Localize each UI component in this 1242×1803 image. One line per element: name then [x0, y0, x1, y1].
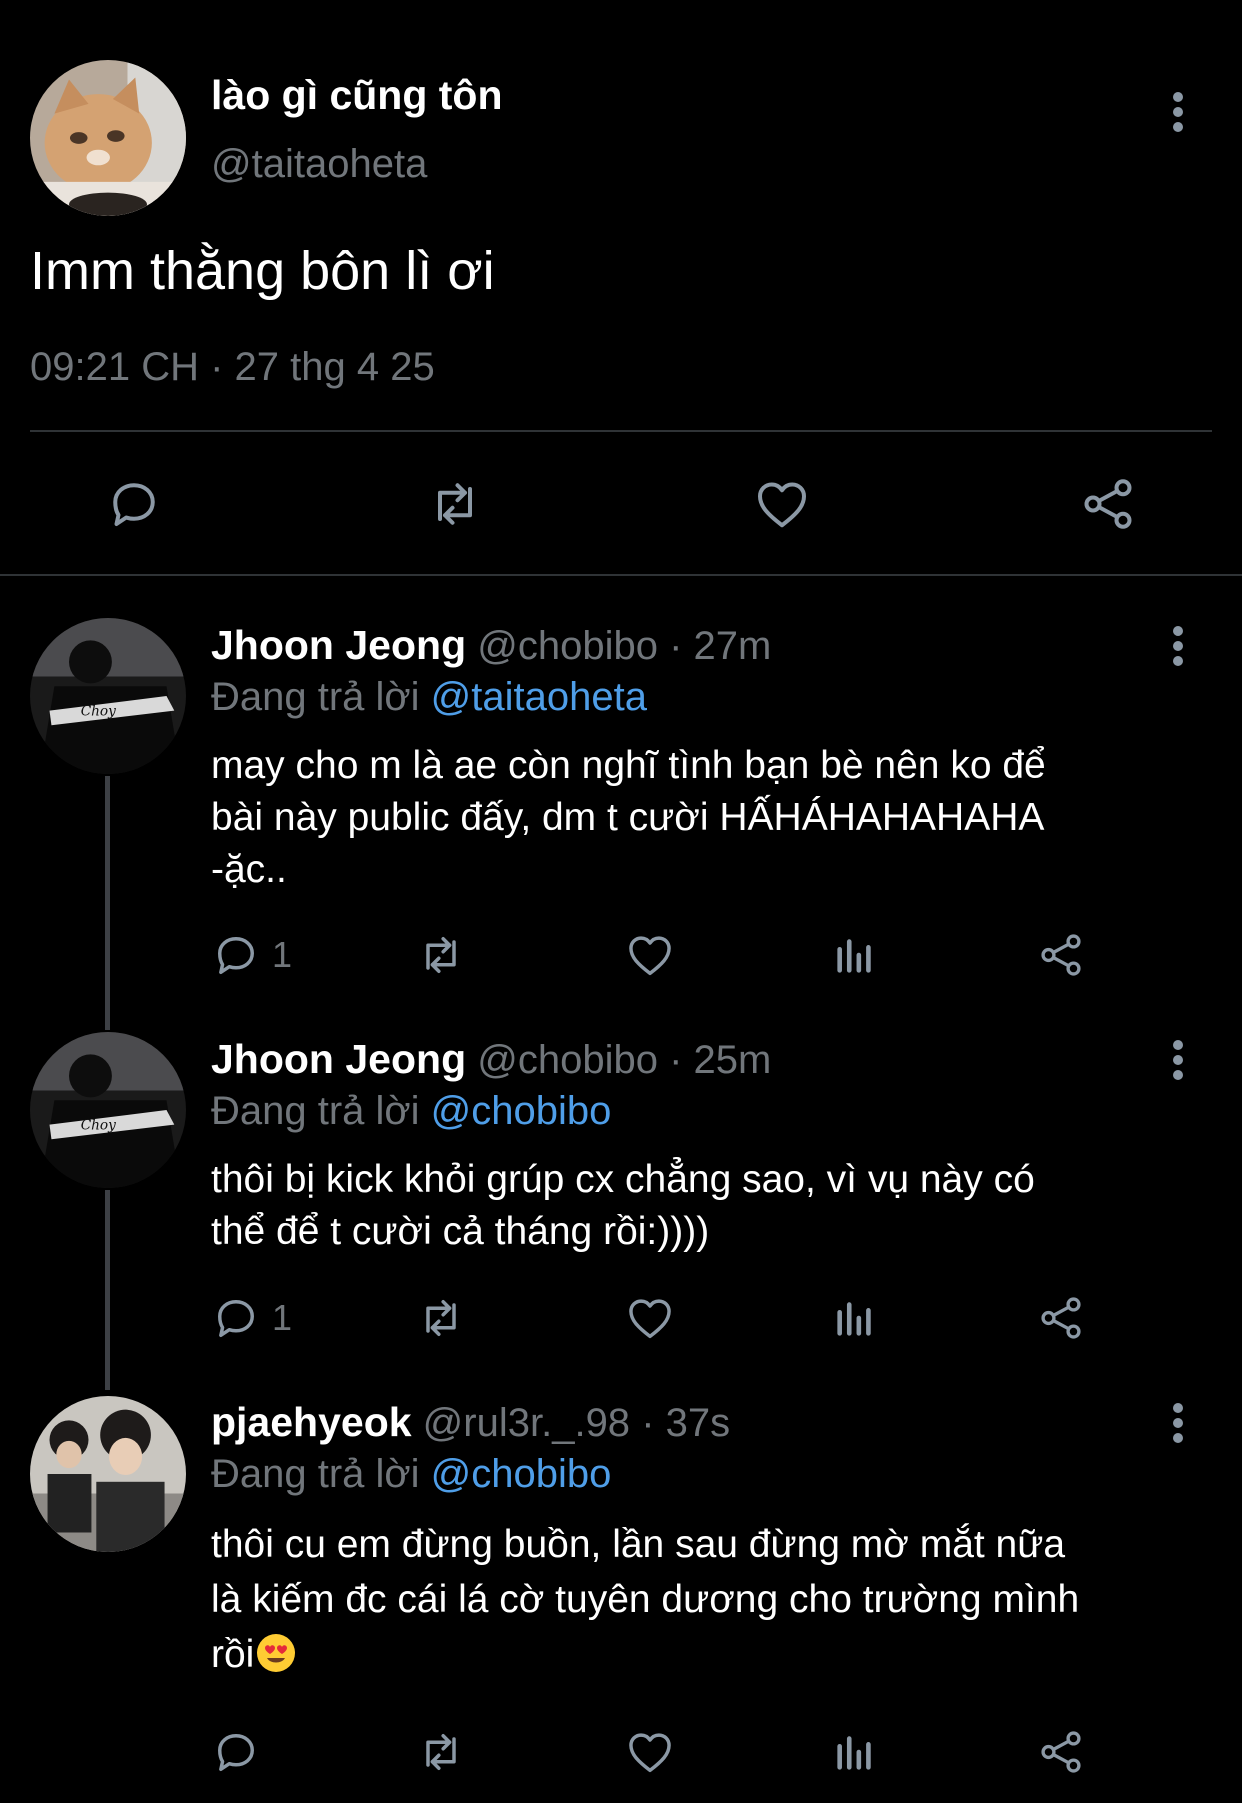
reply-text-line: thể để t cười cả tháng rồi:)))) [211, 1210, 710, 1253]
share-icon [1036, 1726, 1086, 1778]
reply-header: Jhoon Jeong @chobibo · 25m [211, 1036, 771, 1083]
heart-eyes-emoji [256, 1633, 296, 1673]
main-author-handle[interactable]: @taitaoheta [211, 142, 427, 187]
reply-author-avatar[interactable] [30, 618, 186, 774]
replying-to: Đang trả lời @taitaoheta [211, 675, 647, 720]
reply-text-line: thôi bị kick khỏi grúp cx chẳng sao, vì … [211, 1158, 1035, 1201]
like-icon [752, 474, 812, 534]
share-button[interactable] [1036, 929, 1086, 981]
reply-header: Jhoon Jeong @chobibo · 27m [211, 622, 771, 669]
reply-text-line: -ặc.. [211, 848, 287, 891]
replying-to-link[interactable]: @chobibo [431, 1452, 612, 1496]
views-icon [832, 929, 878, 981]
reply-text-line: rồi [211, 1627, 1201, 1682]
like-button[interactable] [624, 1726, 676, 1778]
like-icon [624, 1726, 676, 1778]
reply-author-avatar[interactable] [30, 1396, 186, 1552]
share-button[interactable] [1078, 474, 1138, 534]
thread-line [105, 1190, 110, 1390]
reply-button[interactable]: 1 [210, 929, 292, 981]
reply-text: may cho m là ae còn nghĩ tình bạn bè nên… [211, 740, 1201, 896]
reply-author-handle[interactable]: @chobibo [477, 1038, 658, 1082]
retweet-button[interactable] [414, 1726, 468, 1778]
share-button[interactable] [1036, 1726, 1086, 1778]
reply-text-fragment: rồi [211, 1633, 255, 1676]
reply-header: pjaehyeok @rul3r._.98 · 37s [211, 1399, 730, 1446]
section-divider [0, 574, 1242, 576]
retweet-icon [414, 929, 468, 981]
reply-text-line: bài này public đấy, dm t cười HẤHÁHAHAHA… [211, 796, 1045, 839]
share-button[interactable] [1036, 1292, 1086, 1344]
share-icon [1036, 929, 1086, 981]
views-icon [832, 1726, 878, 1778]
reply-time[interactable]: 27m [694, 624, 772, 668]
reply-author-name[interactable]: Jhoon Jeong [211, 1036, 466, 1082]
like-icon [624, 929, 676, 981]
reply-count: 1 [272, 934, 293, 975]
reply-author-handle[interactable]: @rul3r._.98 [423, 1401, 630, 1445]
reply-icon [210, 1726, 262, 1778]
thread-line [105, 776, 110, 1030]
reply-author-avatar[interactable] [30, 1032, 186, 1188]
reply-author-handle[interactable]: @chobibo [477, 624, 658, 668]
reply-time[interactable]: 25m [694, 1038, 772, 1082]
like-icon [624, 1292, 676, 1344]
retweet-icon [414, 1292, 468, 1344]
more-icon[interactable] [1158, 84, 1198, 140]
views-button[interactable] [832, 1726, 878, 1778]
reply-text-line: thôi cu em đừng buồn, lần sau đừng mờ mắ… [211, 1523, 1066, 1566]
replying-to: Đang trả lời @chobibo [211, 1089, 611, 1134]
reply-icon [210, 929, 262, 981]
retweet-icon [424, 474, 486, 534]
like-button[interactable] [624, 929, 676, 981]
dot-separator: · [669, 624, 683, 668]
main-tweet-text: Imm thằng bôn lì ơi [30, 241, 495, 301]
retweet-icon [414, 1726, 468, 1778]
views-button[interactable] [832, 1292, 878, 1344]
reply-author-name[interactable]: Jhoon Jeong [211, 622, 466, 668]
replying-prefix: Đang trả lời [211, 1089, 420, 1133]
replying-to: Đang trả lời @chobibo [211, 1452, 611, 1497]
reply-button[interactable] [104, 474, 164, 534]
reply-author-name[interactable]: pjaehyeok [211, 1399, 412, 1445]
reply-text-line: là kiếm đc cái lá cờ tuyên dương cho trư… [211, 1578, 1080, 1621]
main-author-name[interactable]: lào gì cũng tôn [211, 72, 503, 119]
reply-text: thôi cu em đừng buồn, lần sau đừng mờ mắ… [211, 1517, 1201, 1682]
replying-to-link[interactable]: @chobibo [431, 1089, 612, 1133]
retweet-button[interactable] [424, 474, 486, 534]
share-icon [1036, 1292, 1086, 1344]
views-icon [832, 1292, 878, 1344]
like-button[interactable] [624, 1292, 676, 1344]
share-icon [1078, 474, 1138, 534]
retweet-button[interactable] [414, 929, 468, 981]
dot-separator: · [669, 1038, 683, 1082]
views-button[interactable] [832, 929, 878, 981]
divider [30, 430, 1212, 432]
reply-button[interactable] [210, 1726, 262, 1778]
more-icon[interactable] [1158, 1032, 1198, 1088]
dot-separator: · [641, 1401, 655, 1445]
like-button[interactable] [752, 474, 812, 534]
reply-icon [210, 1292, 262, 1344]
reply-icon [104, 474, 164, 534]
replying-prefix: Đang trả lời [211, 675, 420, 719]
reply-time[interactable]: 37s [666, 1401, 731, 1445]
more-icon[interactable] [1158, 1395, 1198, 1451]
reply-button[interactable]: 1 [210, 1292, 292, 1344]
reply-count: 1 [272, 1297, 293, 1338]
more-icon[interactable] [1158, 618, 1198, 674]
replying-prefix: Đang trả lời [211, 1452, 420, 1496]
reply-text: thôi bị kick khỏi grúp cx chẳng sao, vì … [211, 1154, 1201, 1258]
main-tweet-timestamp[interactable]: 09:21 CH · 27 thg 4 25 [30, 345, 435, 390]
replying-to-link[interactable]: @taitaoheta [431, 675, 647, 719]
main-author-avatar[interactable] [30, 60, 186, 216]
retweet-button[interactable] [414, 1292, 468, 1344]
reply-text-line: may cho m là ae còn nghĩ tình bạn bè nên… [211, 744, 1046, 787]
